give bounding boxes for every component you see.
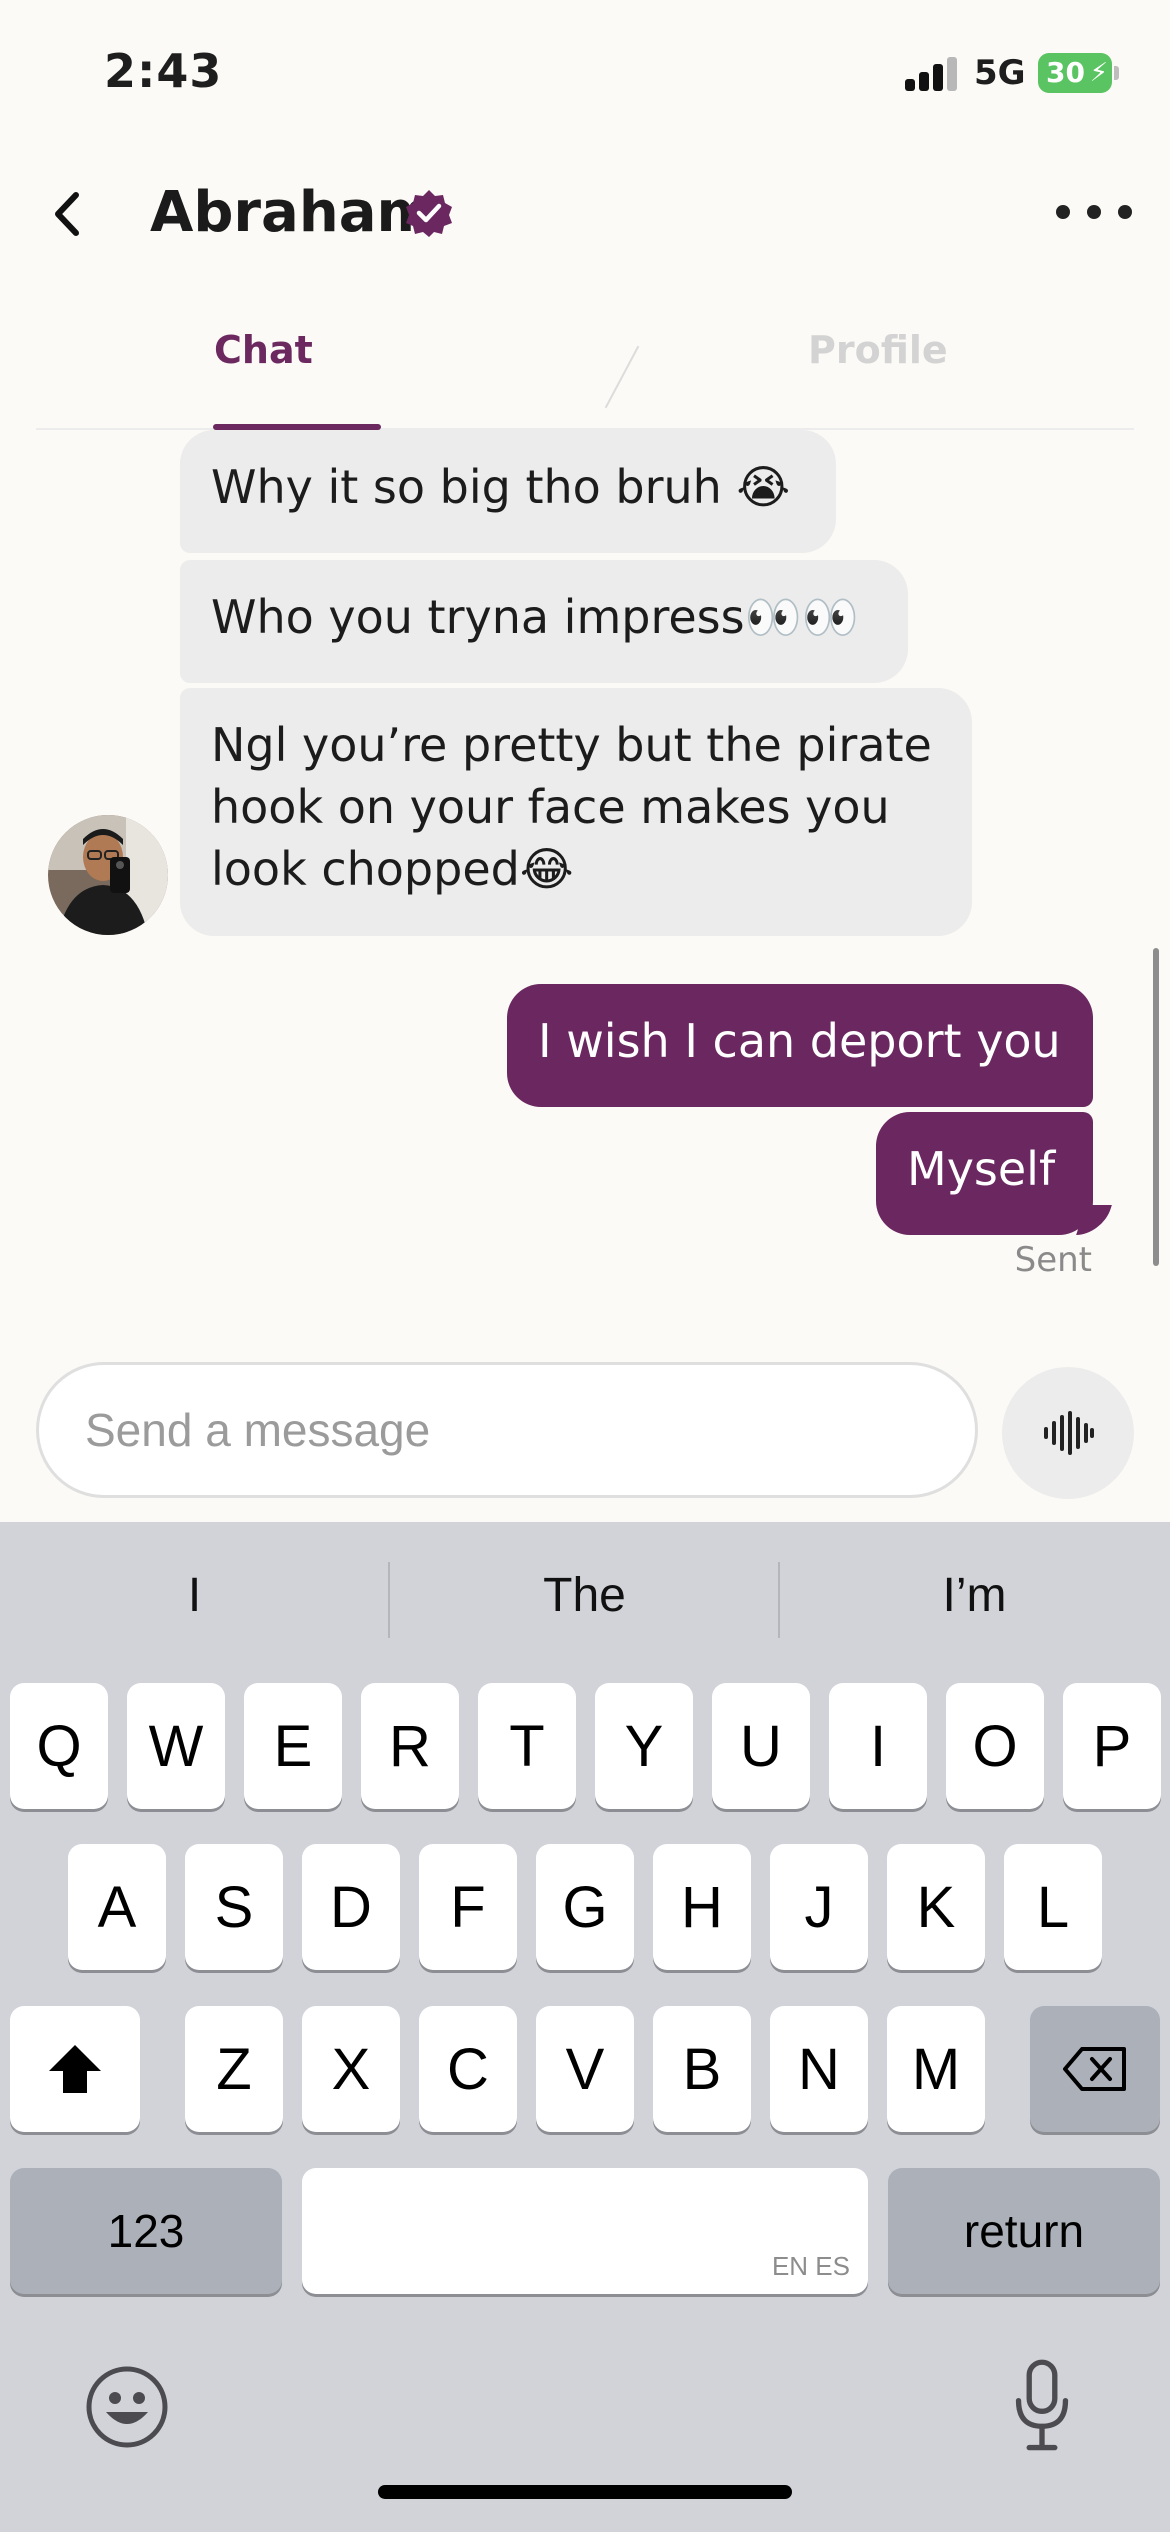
key-k[interactable]: K bbox=[887, 1844, 985, 1970]
keyboard-language: EN ES bbox=[771, 2251, 850, 2281]
contact-avatar[interactable] bbox=[48, 815, 168, 935]
tab-divider bbox=[604, 345, 640, 409]
key-s[interactable]: S bbox=[185, 1844, 283, 1970]
key-c[interactable]: C bbox=[419, 2006, 517, 2132]
more-dot bbox=[1087, 205, 1101, 219]
key-m[interactable]: M bbox=[887, 2006, 985, 2132]
key-d[interactable]: D bbox=[302, 1844, 400, 1970]
key-p[interactable]: P bbox=[1063, 1683, 1161, 1809]
message-composer: Send a message bbox=[0, 1290, 1170, 1522]
numbers-key[interactable]: 123 bbox=[10, 2168, 282, 2294]
more-dot bbox=[1118, 205, 1132, 219]
chat-header: Abraham bbox=[0, 140, 1170, 290]
emoji-keyboard-icon[interactable] bbox=[82, 2362, 172, 2452]
voice-message-button[interactable] bbox=[1002, 1367, 1134, 1499]
key-r[interactable]: R bbox=[361, 1683, 459, 1809]
key-w[interactable]: W bbox=[127, 1683, 225, 1809]
more-dot bbox=[1056, 205, 1070, 219]
key-v[interactable]: V bbox=[536, 2006, 634, 2132]
contact-name[interactable]: Abraham bbox=[150, 180, 435, 245]
tab-chat[interactable]: Chat bbox=[214, 328, 313, 372]
message-thread[interactable]: Why it so big tho bruh 😭 Who you tryna i… bbox=[0, 430, 1170, 1290]
suggestion-bar: I The I’m bbox=[0, 1522, 1170, 1678]
key-e[interactable]: E bbox=[244, 1683, 342, 1809]
tab-profile[interactable]: Profile bbox=[808, 328, 948, 372]
scrollbar[interactable] bbox=[1153, 948, 1159, 1266]
incoming-message[interactable]: Why it so big tho bruh 😭 bbox=[180, 430, 836, 553]
message-input[interactable]: Send a message bbox=[36, 1362, 978, 1498]
key-a[interactable]: A bbox=[68, 1844, 166, 1970]
key-t[interactable]: T bbox=[478, 1683, 576, 1809]
status-bar: 2:43 5G 30 ⚡ bbox=[0, 0, 1170, 140]
backspace-key[interactable] bbox=[1030, 2006, 1160, 2132]
shift-arrow-icon bbox=[49, 2045, 101, 2093]
key-l[interactable]: L bbox=[1004, 1844, 1102, 1970]
outgoing-message[interactable]: Myself bbox=[876, 1112, 1093, 1235]
chevron-left-icon bbox=[55, 192, 79, 236]
key-h[interactable]: H bbox=[653, 1844, 751, 1970]
delivery-status: Sent bbox=[1014, 1240, 1092, 1280]
backspace-icon bbox=[1063, 2047, 1126, 2091]
back-button[interactable] bbox=[36, 184, 96, 244]
home-indicator[interactable] bbox=[378, 2485, 792, 2499]
avatar-photo bbox=[48, 815, 168, 935]
key-j[interactable]: J bbox=[770, 1844, 868, 1970]
key-n[interactable]: N bbox=[770, 2006, 868, 2132]
key-b[interactable]: B bbox=[653, 2006, 751, 2132]
key-x[interactable]: X bbox=[302, 2006, 400, 2132]
dictation-mic-icon[interactable] bbox=[1002, 2358, 1082, 2454]
suggestion[interactable]: I bbox=[0, 1568, 389, 1623]
key-i[interactable]: I bbox=[829, 1683, 927, 1809]
key-u[interactable]: U bbox=[712, 1683, 810, 1809]
cellular-signal-icon bbox=[905, 55, 959, 91]
suggestion[interactable]: The bbox=[390, 1568, 779, 1623]
suggestion[interactable]: I’m bbox=[780, 1568, 1169, 1623]
key-y[interactable]: Y bbox=[595, 1683, 693, 1809]
network-type: 5G bbox=[974, 53, 1026, 93]
key-q[interactable]: Q bbox=[10, 1683, 108, 1809]
keyboard: I The I’m Q W E R T Y U I O P A S D F G … bbox=[0, 1522, 1170, 2532]
space-key[interactable]: EN ES bbox=[302, 2168, 868, 2294]
verified-badge-icon bbox=[406, 190, 452, 237]
tab-bar: Chat Profile bbox=[36, 290, 1134, 430]
shift-key[interactable] bbox=[10, 2006, 140, 2132]
status-time: 2:43 bbox=[104, 44, 223, 98]
battery-level: 30 bbox=[1046, 56, 1085, 89]
incoming-message[interactable]: Ngl you’re pretty but the pirate hook on… bbox=[180, 688, 972, 936]
key-o[interactable]: O bbox=[946, 1683, 1044, 1809]
battery-icon: 30 ⚡ bbox=[1038, 53, 1119, 93]
outgoing-message[interactable]: I wish I can deport you bbox=[507, 984, 1093, 1107]
incoming-message[interactable]: Who you tryna impress👀👀 bbox=[180, 560, 908, 683]
return-key[interactable]: return bbox=[888, 2168, 1160, 2294]
key-z[interactable]: Z bbox=[185, 2006, 283, 2132]
key-f[interactable]: F bbox=[419, 1844, 517, 1970]
voice-waveform-icon bbox=[1044, 1411, 1094, 1455]
key-g[interactable]: G bbox=[536, 1844, 634, 1970]
more-options-button[interactable] bbox=[1056, 192, 1132, 232]
charging-bolt-icon: ⚡ bbox=[1089, 58, 1108, 88]
